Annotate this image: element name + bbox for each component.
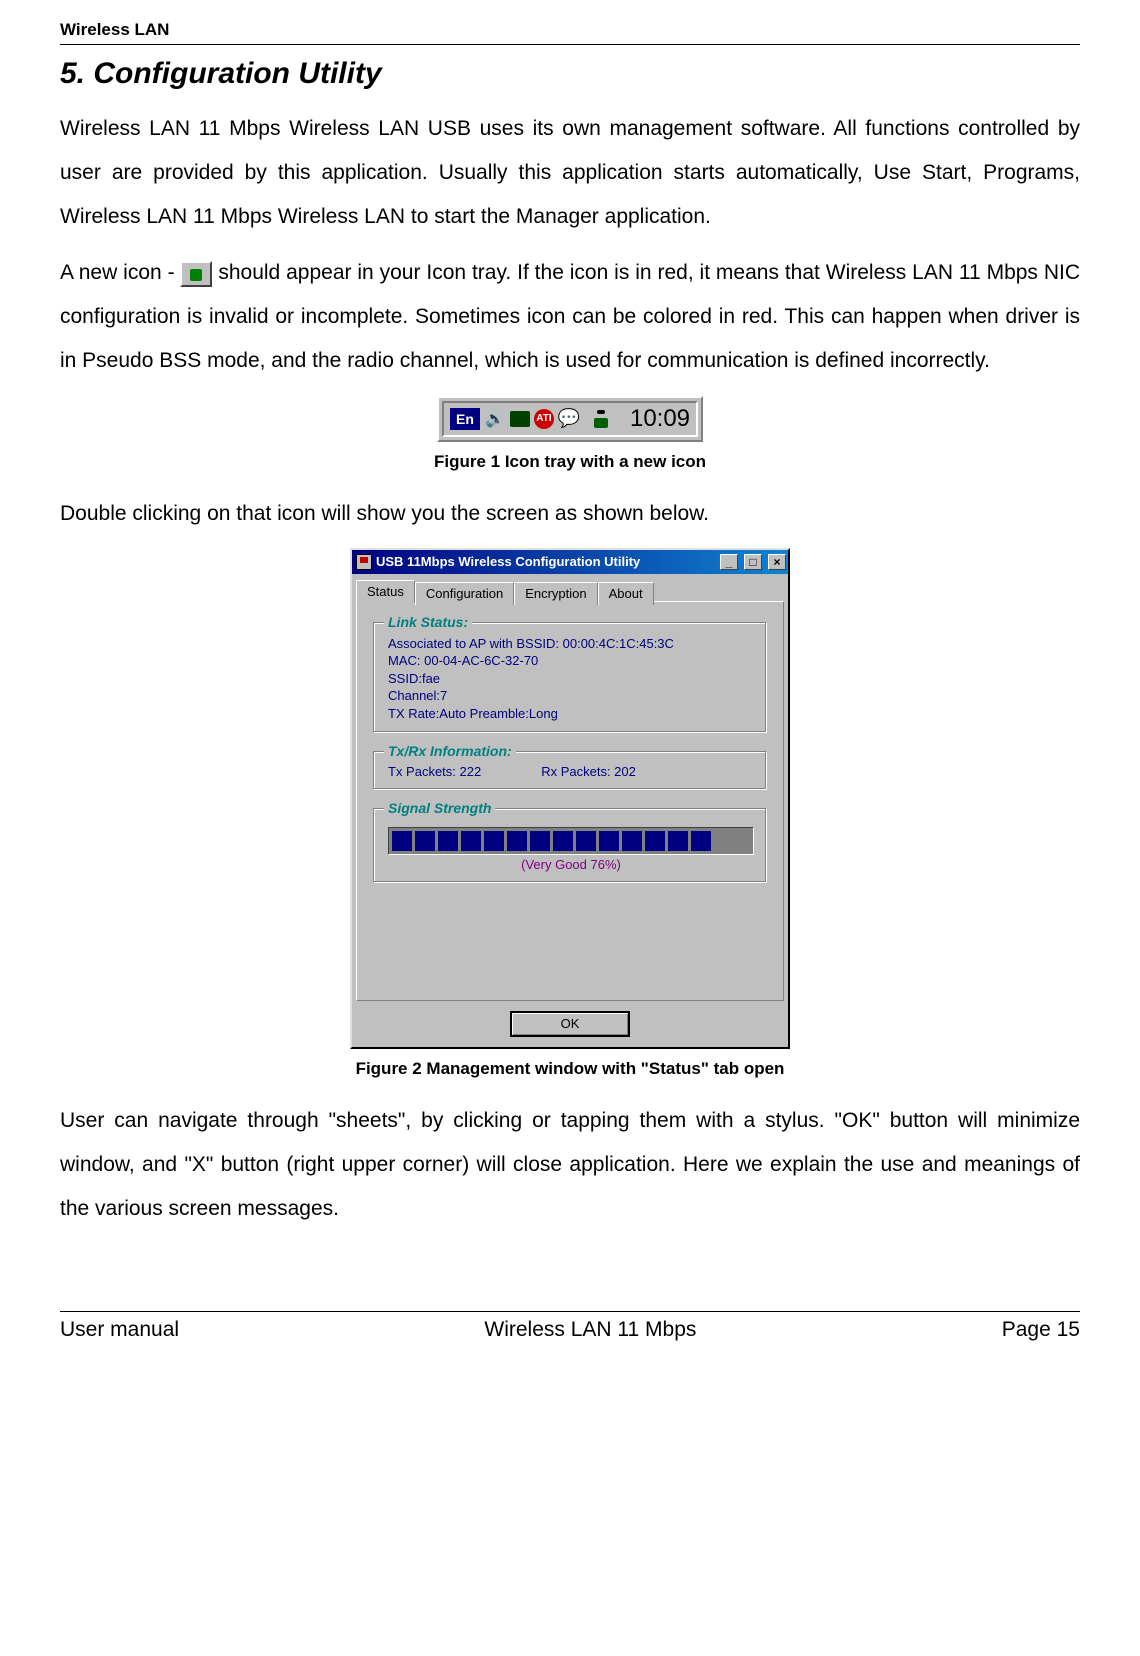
icon-tray: En 🔊 ATI 💬 10:09: [437, 396, 703, 442]
figure-2: USB 11Mbps Wireless Configuration Utilit…: [60, 548, 1080, 1049]
link-status-group: Link Status: Associated to AP with BSSID…: [373, 622, 767, 734]
signal-segment: [438, 831, 458, 851]
signal-legend: Signal Strength: [384, 800, 495, 816]
link-line-bssid: Associated to AP with BSSID: 00:00:4C:1C…: [388, 635, 754, 653]
rx-packets: Rx Packets: 202: [541, 764, 636, 779]
ati-icon[interactable]: ATI: [534, 409, 554, 429]
paragraph-2: A new icon - should appear in your Icon …: [60, 251, 1080, 383]
paragraph-1: Wireless LAN 11 Mbps Wireless LAN USB us…: [60, 107, 1080, 239]
txrx-legend: Tx/Rx Information:: [384, 743, 516, 759]
monitor-icon[interactable]: [510, 411, 530, 427]
signal-label: (Very Good 76%): [388, 857, 754, 872]
signal-bar: [388, 827, 754, 855]
signal-segment: [415, 831, 435, 851]
section-title: 5. Configuration Utility: [60, 57, 1080, 91]
tray-app-icon: [180, 261, 212, 287]
footer-center: Wireless LAN 11 Mbps: [484, 1318, 696, 1342]
link-status-legend: Link Status:: [384, 614, 472, 630]
link-line-txrate: TX Rate:Auto Preamble:Long: [388, 705, 754, 723]
window-title: USB 11Mbps Wireless Configuration Utilit…: [376, 554, 714, 569]
signal-segment: [576, 831, 596, 851]
tab-about[interactable]: About: [598, 582, 654, 605]
speaker-icon[interactable]: 🔊: [484, 409, 506, 429]
signal-segment: [530, 831, 550, 851]
button-row: OK: [352, 1005, 788, 1047]
signal-segment: [668, 831, 688, 851]
tray-clock: 10:09: [630, 405, 690, 433]
link-line-ssid: SSID:fae: [388, 670, 754, 688]
signal-segment: [622, 831, 642, 851]
paragraph-3: Double clicking on that icon will show y…: [60, 492, 1080, 536]
config-window: USB 11Mbps Wireless Configuration Utilit…: [350, 548, 790, 1049]
link-line-channel: Channel:7: [388, 687, 754, 705]
signal-segment: [599, 831, 619, 851]
tab-configuration[interactable]: Configuration: [415, 582, 514, 605]
doc-header: Wireless LAN: [60, 20, 1080, 40]
top-rule: [60, 44, 1080, 45]
signal-segment: [553, 831, 573, 851]
signal-segment: [484, 831, 504, 851]
para2-after: should appear in your Icon tray. If the …: [60, 261, 1080, 372]
figure-1: En 🔊 ATI 💬 10:09: [60, 396, 1080, 442]
tx-packets: Tx Packets: 222: [388, 764, 481, 779]
signal-segment: [645, 831, 665, 851]
window-icon: [356, 554, 372, 570]
signal-group: Signal Strength (Very Good 76%): [373, 808, 767, 883]
para2-before: A new icon -: [60, 261, 180, 284]
signal-segment: [507, 831, 527, 851]
figure-2-caption: Figure 2 Management window with "Status"…: [60, 1059, 1080, 1079]
footer-right: Page 15: [1002, 1318, 1080, 1342]
figure-1-caption: Figure 1 Icon tray with a new icon: [60, 452, 1080, 472]
link-line-mac: MAC: 00-04-AC-6C-32-70: [388, 652, 754, 670]
footer: User manual Wireless LAN 11 Mbps Page 15: [60, 1318, 1080, 1342]
txrx-row: Tx Packets: 222 Rx Packets: 202: [388, 764, 754, 779]
signal-segment: [461, 831, 481, 851]
signal-segment: [691, 831, 711, 851]
lang-indicator[interactable]: En: [450, 408, 480, 430]
icon-tray-inner: En 🔊 ATI 💬 10:09: [442, 401, 698, 437]
txrx-group: Tx/Rx Information: Tx Packets: 222 Rx Pa…: [373, 751, 767, 790]
tab-encryption[interactable]: Encryption: [514, 582, 597, 605]
wifi-tray-icon[interactable]: [590, 410, 612, 428]
tab-pane: Link Status: Associated to AP with BSSID…: [356, 601, 784, 1001]
footer-left: User manual: [60, 1318, 179, 1342]
close-button[interactable]: ×: [768, 554, 786, 570]
titlebar[interactable]: USB 11Mbps Wireless Configuration Utilit…: [352, 550, 788, 574]
minimize-button[interactable]: _: [720, 554, 738, 570]
maximize-button[interactable]: □: [744, 554, 762, 570]
bottom-rule: [60, 1311, 1080, 1312]
tabs-row: Status Configuration Encryption About: [352, 576, 788, 603]
signal-segment: [392, 831, 412, 851]
chat-icon[interactable]: 💬: [558, 409, 580, 429]
tab-status[interactable]: Status: [356, 580, 415, 603]
ok-button[interactable]: OK: [510, 1011, 630, 1037]
paragraph-4: User can navigate through "sheets", by c…: [60, 1099, 1080, 1231]
